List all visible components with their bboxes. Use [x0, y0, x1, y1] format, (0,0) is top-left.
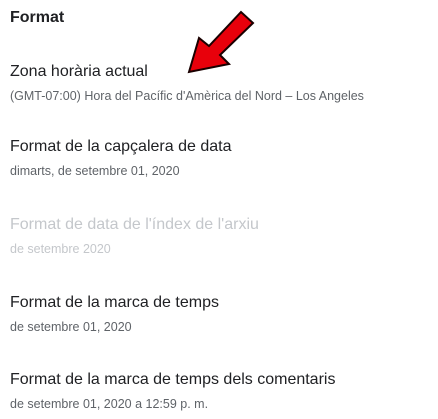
setting-date-header-format[interactable]: Format de la capçalera de data dimarts, …: [10, 137, 231, 179]
red-arrow-icon: [187, 10, 255, 74]
section-title: Format: [10, 9, 65, 26]
setting-label: Format de la capçalera de data: [10, 138, 232, 155]
setting-archive-index-date-format: Format de data de l'índex de l'arxiu de …: [10, 215, 259, 257]
arrow-shape: [187, 10, 255, 74]
setting-value: de setembre 2020: [10, 242, 111, 256]
setting-comment-timestamp-format[interactable]: Format de la marca de temps dels comenta…: [10, 370, 335, 412]
setting-value: de setembre 01, 2020: [10, 320, 132, 334]
setting-label: Format de la marca de temps dels comenta…: [10, 371, 336, 388]
setting-value: dimarts, de setembre 01, 2020: [10, 164, 180, 178]
setting-label: Format de la marca de temps: [10, 294, 219, 311]
setting-timestamp-format[interactable]: Format de la marca de temps de setembre …: [10, 293, 219, 335]
setting-value: (GMT-07:00) Hora del Pacífic d'Amèrica d…: [10, 89, 364, 103]
setting-label: Format de data de l'índex de l'arxiu: [10, 216, 259, 233]
setting-value: de setembre 01, 2020 a 12:59 p. m.: [10, 397, 209, 411]
